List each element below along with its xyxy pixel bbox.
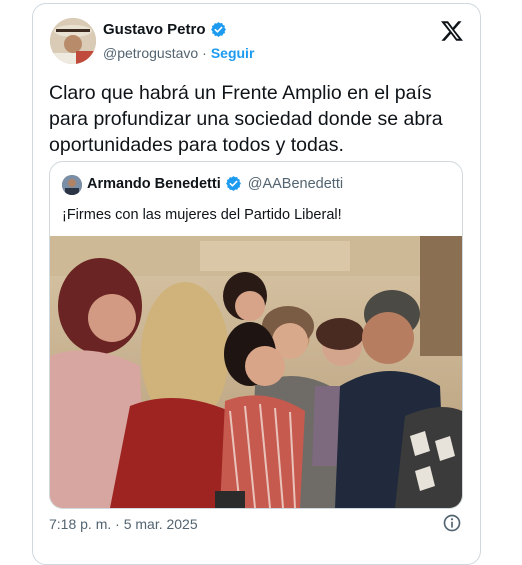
tweet-card[interactable]: Gustavo Petro @petrogustavo · Seguir Cla… — [32, 3, 481, 565]
follow-button[interactable]: Seguir — [211, 45, 255, 61]
x-logo-icon[interactable] — [440, 19, 464, 43]
quoted-author-handle: @AABenedetti — [247, 175, 344, 192]
author-handle[interactable]: @petrogustavo — [103, 45, 198, 61]
quoted-author-row: Armando Benedetti @AABenedetti — [87, 175, 343, 192]
separator: · — [202, 45, 207, 61]
quoted-photo[interactable] — [50, 236, 462, 508]
author-sub-row: @petrogustavo · Seguir — [103, 45, 254, 61]
quoted-author-name: Armando Benedetti — [87, 175, 221, 192]
quoted-text: ¡Firmes con las mujeres del Partido Libe… — [62, 207, 342, 223]
tweet-text: Claro que habrá un Frente Amplio en el p… — [49, 82, 443, 156]
quoted-tweet[interactable]: Armando Benedetti @AABenedetti ¡Firmes c… — [49, 161, 463, 509]
author-avatar[interactable] — [50, 18, 96, 64]
timestamp[interactable]: 7:18 p. m. · 5 mar. 2025 — [49, 516, 198, 532]
author-name[interactable]: Gustavo Petro — [103, 21, 206, 38]
verified-badge-icon — [210, 22, 226, 37]
info-icon[interactable] — [442, 513, 462, 533]
author-name-row: Gustavo Petro — [103, 21, 227, 38]
quoted-author-avatar — [62, 175, 82, 195]
verified-badge-icon — [225, 176, 241, 191]
